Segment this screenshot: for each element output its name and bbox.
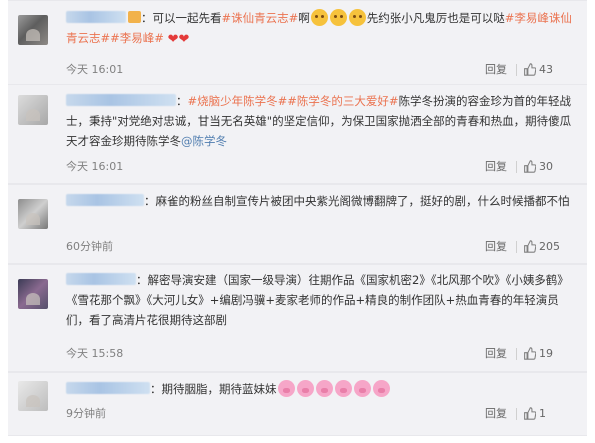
topic-link[interactable]: #诛仙青云志# — [222, 11, 299, 25]
timestamp: 今天 16:01 — [66, 160, 124, 173]
like-button[interactable]: 30 — [523, 158, 573, 176]
topic-link[interactable]: #李易峰# — [110, 31, 164, 45]
divider — [516, 64, 517, 76]
like-count: 1 — [539, 407, 546, 420]
comment-card: ：#烧脑少年陈学冬##陈学冬的三大爱好#陈学冬扮演的容金珍为首的年轻战士，秉持"… — [8, 84, 587, 184]
comment-text: ：期待胭脂，期待蓝妹妹 — [66, 379, 573, 399]
heart-icon: ❤ — [167, 32, 179, 47]
reply-button[interactable]: 回复 — [485, 405, 507, 423]
like-count: 43 — [539, 63, 553, 76]
comment-footer: 60分钟前 回复 205 — [66, 238, 573, 256]
cat-emoji-icon — [348, 9, 366, 26]
like-count: 30 — [539, 160, 553, 173]
avatar[interactable] — [18, 15, 48, 45]
cat-emoji-icon — [329, 9, 347, 26]
thumbs-up-icon — [524, 407, 537, 420]
comment-card: ：麻雀的粉丝自制宣传片被团中央紫光阁微博翻牌了，挺好的剧，什么时候播都不怕 60… — [8, 184, 587, 264]
comment-card: ：解密导演安建（国家一级导演）往期作品《国家机密2》《北风那个吹》《小姨多鹤》《… — [8, 264, 587, 372]
reply-button[interactable]: 回复 — [485, 158, 507, 176]
verified-badge-icon — [128, 11, 141, 23]
topic-link[interactable]: #烧脑少年陈学冬# — [188, 94, 288, 108]
avatar[interactable] — [18, 199, 48, 229]
comment-card: ：可以一起先看#诛仙青云志#啊 先约张小凡鬼厉也是可以哒#李易峰诛仙青云志##李易… — [8, 0, 587, 85]
topic-link[interactable]: #陈学冬的三大爱好# — [287, 94, 398, 108]
reply-button[interactable]: 回复 — [485, 345, 507, 363]
pig-emoji-icon — [315, 380, 333, 397]
comment-card: ：期待胭脂，期待蓝妹妹 9分钟前 回复 1 — [8, 372, 587, 436]
timestamp: 今天 15:58 — [66, 347, 124, 360]
avatar[interactable] — [18, 279, 48, 309]
thumbs-up-icon — [524, 240, 537, 253]
like-count: 205 — [539, 240, 560, 253]
mention-link[interactable]: @陈学冬 — [181, 134, 227, 148]
like-button[interactable]: 205 — [523, 238, 573, 256]
pig-emoji-icon — [277, 380, 295, 397]
username[interactable] — [66, 94, 176, 106]
pig-emoji-icon — [334, 380, 352, 397]
comment-text: ：#烧脑少年陈学冬##陈学冬的三大爱好#陈学冬扮演的容金珍为首的年轻战士，秉持"… — [66, 94, 572, 148]
thumbs-up-icon — [524, 160, 537, 173]
timestamp: 9分钟前 — [66, 407, 106, 420]
pig-emoji-icon — [353, 380, 371, 397]
thumbs-up-icon — [524, 347, 537, 360]
divider — [516, 241, 517, 253]
cat-emoji-icon — [310, 9, 328, 26]
username[interactable] — [66, 382, 150, 394]
like-button[interactable]: 43 — [523, 61, 573, 79]
avatar[interactable] — [18, 95, 48, 125]
username[interactable] — [66, 194, 144, 206]
like-button[interactable]: 19 — [523, 345, 573, 363]
comment-text: ：解密导演安建（国家一级导演）往期作品《国家机密2》《北风那个吹》《小姨多鹤》《… — [66, 273, 569, 327]
like-button[interactable]: 1 — [523, 405, 573, 423]
comment-footer: 9分钟前 回复 1 — [66, 405, 573, 423]
pig-emoji-icon — [296, 380, 314, 397]
comment-footer: 今天 15:58 回复 19 — [66, 345, 573, 363]
pig-emoji-icon — [372, 380, 390, 397]
thumbs-up-icon — [524, 63, 537, 76]
heart-icon: ❤ — [178, 32, 190, 47]
username[interactable] — [66, 11, 126, 23]
comment-footer: 今天 16:01 回复 30 — [66, 158, 573, 176]
divider — [516, 408, 517, 420]
divider — [516, 161, 517, 173]
username[interactable] — [66, 273, 136, 285]
avatar[interactable] — [18, 381, 48, 411]
comment-text: ：麻雀的粉丝自制宣传片被团中央紫光阁微博翻牌了，挺好的剧，什么时候播都不怕 — [66, 191, 573, 211]
reply-button[interactable]: 回复 — [485, 61, 507, 79]
timestamp: 60分钟前 — [66, 240, 113, 253]
reply-button[interactable]: 回复 — [485, 238, 507, 256]
divider — [516, 348, 517, 360]
comment-text: ：可以一起先看#诛仙青云志#啊 先约张小凡鬼厉也是可以哒#李易峰诛仙青云志##李易… — [66, 9, 572, 47]
comment-footer: 今天 16:01 回复 43 — [66, 61, 573, 79]
like-count: 19 — [539, 347, 553, 360]
timestamp: 今天 16:01 — [66, 63, 124, 76]
